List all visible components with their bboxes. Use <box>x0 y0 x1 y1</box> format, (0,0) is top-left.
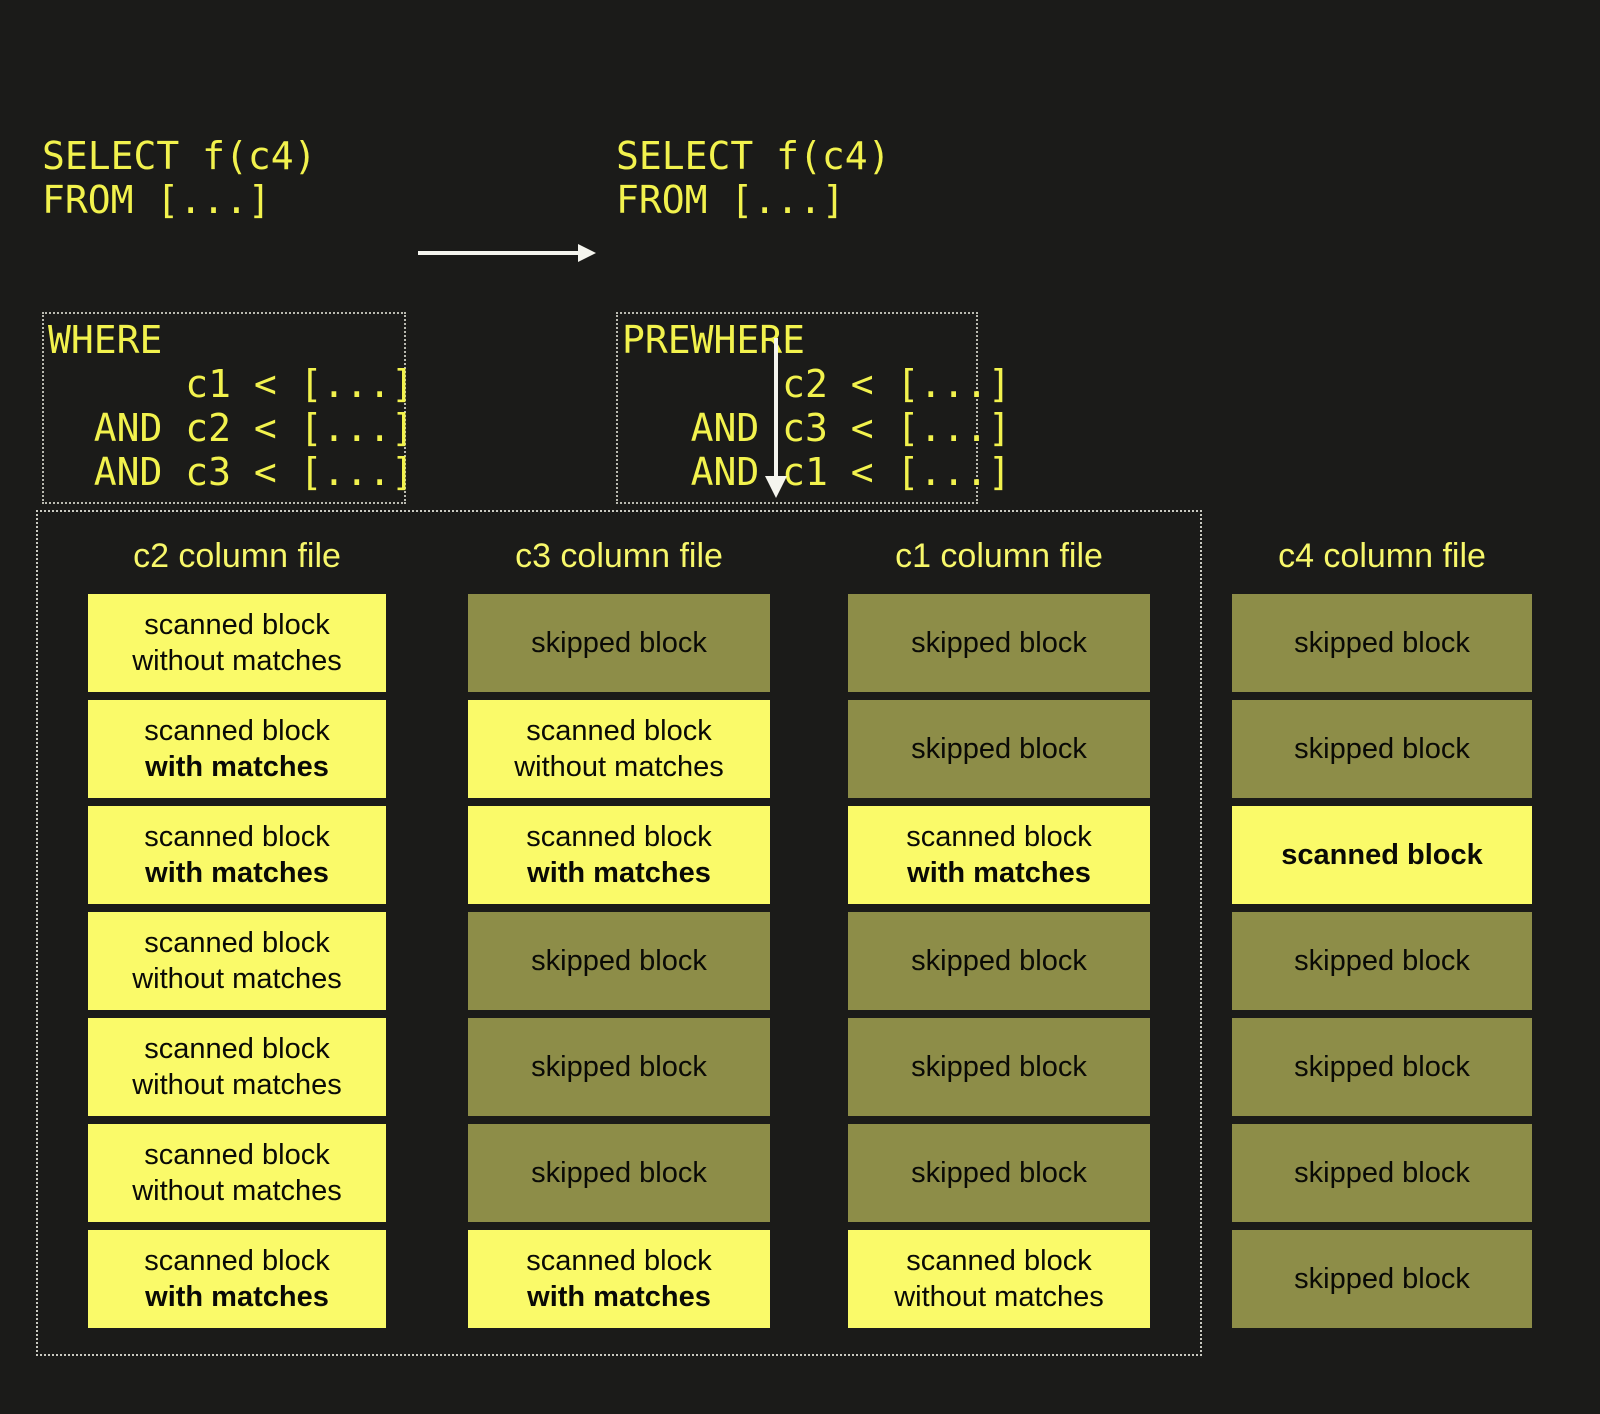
block-line-1: skipped block <box>1294 733 1470 765</box>
block: scanned block without matches <box>468 700 770 798</box>
block: scanned block with matches <box>468 806 770 904</box>
block: skipped block <box>1232 700 1532 798</box>
block-line-1: scanned block <box>526 821 712 853</box>
query-prewhere-header: SELECT f(c4) FROM [...] <box>616 134 891 222</box>
block-line-1: scanned block <box>906 821 1092 853</box>
block-line-2: without matches <box>132 1175 342 1207</box>
query-where-header: SELECT f(c4) FROM [...] <box>42 134 317 222</box>
block: scanned block <box>1232 806 1532 904</box>
block-line-2: without matches <box>894 1281 1104 1313</box>
block-line-1: skipped block <box>911 627 1087 659</box>
column-file-c3: c3 column file skipped block scanned blo… <box>468 536 770 1336</box>
block-line-2: with matches <box>145 751 329 783</box>
block-line-2: with matches <box>527 1281 711 1313</box>
block: scanned block with matches <box>468 1230 770 1328</box>
column-file-c2: c2 column file scanned block without mat… <box>88 536 386 1336</box>
block-line-1: scanned block <box>144 715 330 747</box>
block: scanned block without matches <box>88 1018 386 1116</box>
column-title-c4: c4 column file <box>1278 537 1486 575</box>
block-line-1: scanned block <box>144 1245 330 1277</box>
block-line-1: scanned block <box>144 927 330 959</box>
block-line-1: scanned block <box>144 821 330 853</box>
block-line-2: without matches <box>514 751 724 783</box>
block: skipped block <box>1232 1124 1532 1222</box>
block-line-1: scanned block <box>1281 839 1483 871</box>
block-line-2: without matches <box>132 645 342 677</box>
arrow-right-icon <box>418 244 596 262</box>
block-line-1: skipped block <box>1294 945 1470 977</box>
block: scanned block with matches <box>88 700 386 798</box>
block: skipped block <box>848 1124 1150 1222</box>
block: skipped block <box>1232 1230 1532 1328</box>
query-where-filter: WHERE c1 < [...] AND c2 < [...] AND c3 <… <box>42 312 414 504</box>
block: skipped block <box>848 700 1150 798</box>
block-line-1: scanned block <box>526 715 712 747</box>
block-line-1: skipped block <box>911 1051 1087 1083</box>
column-file-c4: c4 column file skipped block skipped blo… <box>1232 536 1532 1336</box>
column-title-c3: c3 column file <box>515 537 723 575</box>
block: skipped block <box>468 594 770 692</box>
block: skipped block <box>848 594 1150 692</box>
block-line-2: without matches <box>132 1069 342 1101</box>
block: skipped block <box>1232 912 1532 1010</box>
block-line-1: skipped block <box>1294 1051 1470 1083</box>
arrow-down-icon <box>765 338 787 498</box>
block: scanned block with matches <box>88 1230 386 1328</box>
block: skipped block <box>1232 1018 1532 1116</box>
block: skipped block <box>848 912 1150 1010</box>
column-file-c1: c1 column file skipped block skipped blo… <box>848 536 1150 1336</box>
query-prewhere-filter: PREWHERE c2 < [...] AND c3 < [...] AND c… <box>616 312 1011 504</box>
block-line-2: with matches <box>907 857 1091 889</box>
block-line-1: scanned block <box>144 1139 330 1171</box>
block-line-1: skipped block <box>531 1051 707 1083</box>
block-line-2: with matches <box>145 857 329 889</box>
block: scanned block without matches <box>88 912 386 1010</box>
block-line-1: skipped block <box>1294 1263 1470 1295</box>
block-line-1: skipped block <box>531 1157 707 1189</box>
block: scanned block with matches <box>848 806 1150 904</box>
block-line-1: scanned block <box>144 1033 330 1065</box>
block-line-2: with matches <box>527 857 711 889</box>
block-line-1: skipped block <box>1294 1157 1470 1189</box>
column-title-c1: c1 column file <box>895 537 1103 575</box>
block: skipped block <box>468 1124 770 1222</box>
block-line-1: skipped block <box>911 733 1087 765</box>
block: scanned block without matches <box>88 1124 386 1222</box>
block: scanned block with matches <box>88 806 386 904</box>
block-line-2: with matches <box>145 1281 329 1313</box>
block: scanned block without matches <box>848 1230 1150 1328</box>
block-line-2: without matches <box>132 963 342 995</box>
diagram-canvas: SELECT f(c4) FROM [...] WHERE c1 < [...]… <box>0 0 1600 1414</box>
block-line-1: skipped block <box>1294 627 1470 659</box>
block-line-1: scanned block <box>906 1245 1092 1277</box>
block: scanned block without matches <box>88 594 386 692</box>
block: skipped block <box>1232 594 1532 692</box>
block: skipped block <box>848 1018 1150 1116</box>
block: skipped block <box>468 1018 770 1116</box>
block-line-1: skipped block <box>531 945 707 977</box>
block-line-1: skipped block <box>531 627 707 659</box>
column-title-c2: c2 column file <box>133 537 341 575</box>
block-line-1: scanned block <box>526 1245 712 1277</box>
block-line-1: skipped block <box>911 945 1087 977</box>
block-line-1: scanned block <box>144 609 330 641</box>
block: skipped block <box>468 912 770 1010</box>
block-line-1: skipped block <box>911 1157 1087 1189</box>
